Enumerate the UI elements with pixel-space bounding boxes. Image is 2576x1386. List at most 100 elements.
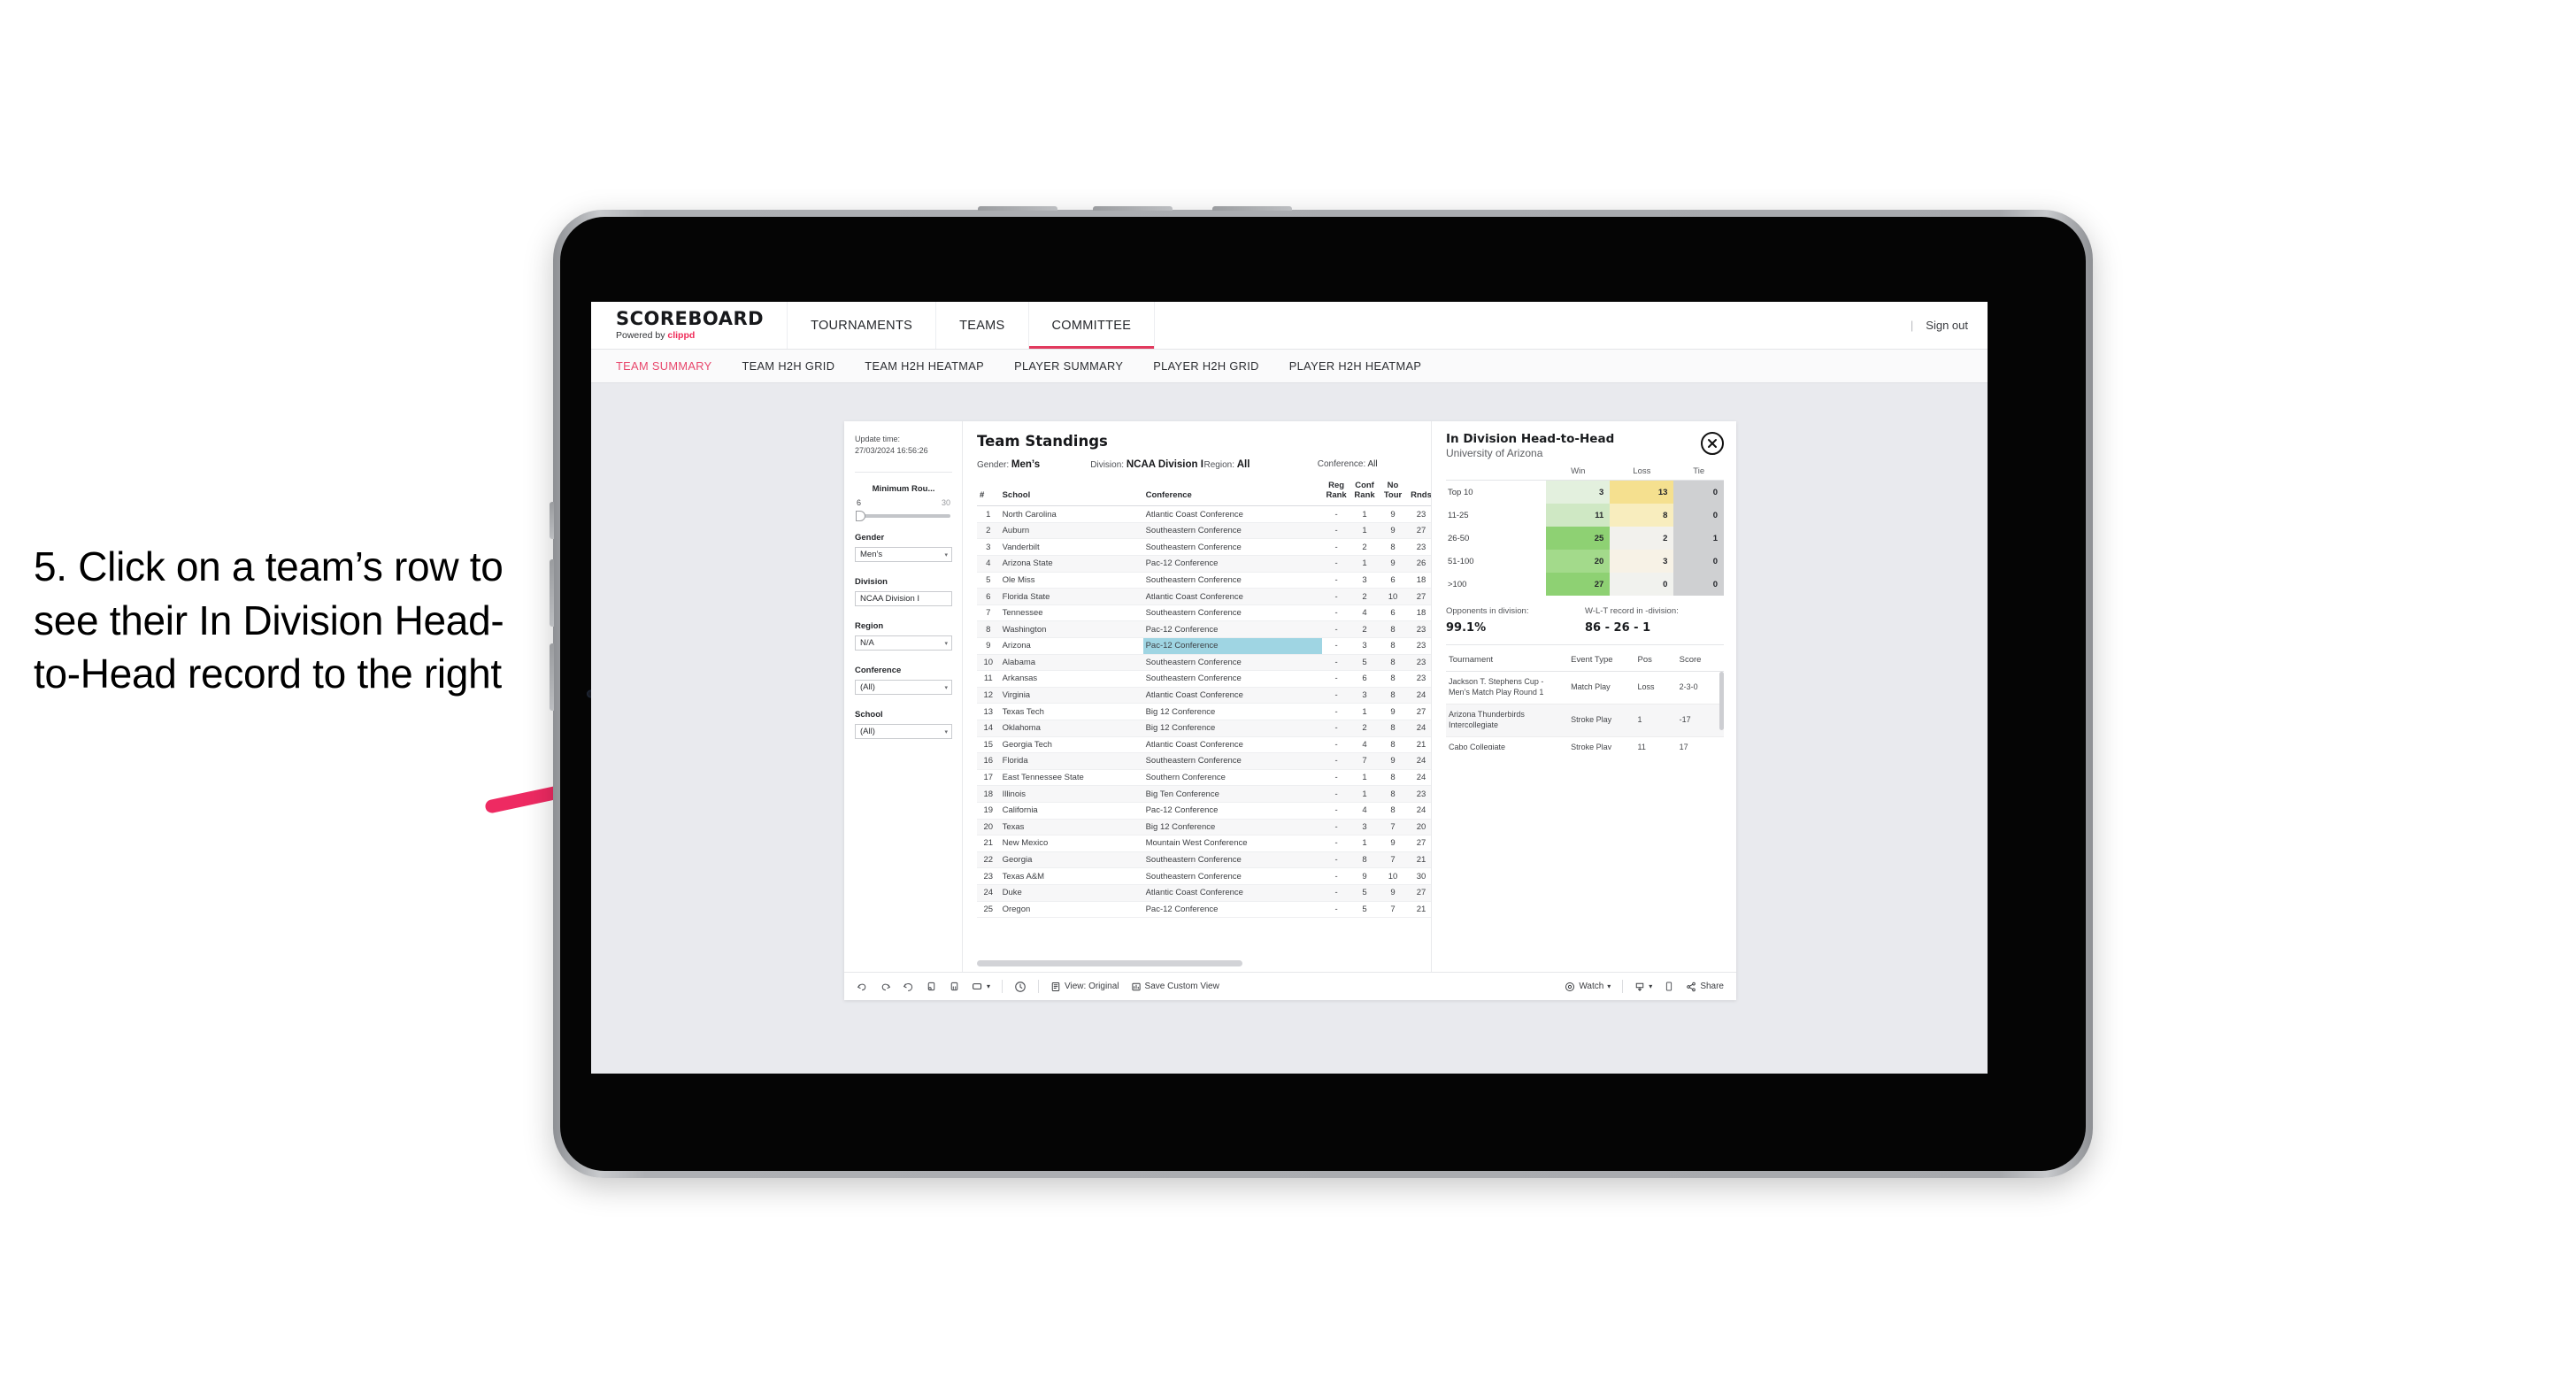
- table-row[interactable]: 20TexasBig 12 Conference-37200: [977, 819, 1431, 836]
- tab-team-h2h-grid[interactable]: TEAM H2H GRID: [742, 359, 834, 373]
- table-row[interactable]: 16FloridaSoutheastern Conference-79244: [977, 752, 1431, 770]
- cell-conference: Big Ten Conference: [1142, 785, 1323, 803]
- cell-conference: Big 12 Conference: [1142, 703, 1323, 720]
- tab-player-h2h-heatmap[interactable]: PLAYER H2H HEATMAP: [1289, 359, 1421, 373]
- col-header-no-tour[interactable]: No Tour: [1379, 479, 1407, 507]
- tab-player-summary[interactable]: PLAYER SUMMARY: [1014, 359, 1123, 373]
- view-original-button[interactable]: View: Original: [1050, 982, 1119, 992]
- cell-no-tour: 10: [1379, 588, 1407, 605]
- tournament-cell-event-type: Stroke Play: [1568, 736, 1635, 750]
- tournament-scrollbar[interactable]: [1719, 672, 1724, 730]
- tournament-row[interactable]: Cabo Collegiate Stroke Play 11 17: [1446, 736, 1724, 750]
- undo-icon[interactable]: [857, 981, 868, 992]
- watch-button[interactable]: Watch ▾: [1565, 982, 1611, 992]
- table-row[interactable]: 22GeorgiaSoutheastern Conference-87211: [977, 851, 1431, 869]
- share-button[interactable]: Share: [1686, 982, 1724, 992]
- table-row[interactable]: 2AuburnSoutheastern Conference-19276: [977, 522, 1431, 540]
- school-select[interactable]: (All) ▾: [855, 724, 952, 740]
- region-select[interactable]: N/A ▾: [855, 635, 952, 651]
- cell-rank: 17: [977, 769, 1000, 787]
- cell-rank: 12: [977, 687, 1000, 705]
- table-row[interactable]: 23 Texas A&M Southeastern Conference -9 10 30…: [977, 867, 1431, 885]
- table-row[interactable]: 8WashingtonPac-12 Conference-28231: [977, 620, 1431, 638]
- pause-refresh-icon[interactable]: [949, 981, 960, 992]
- table-row[interactable]: 25OregonPac-12 Conference-57210: [977, 901, 1431, 919]
- slider-max-value: 30: [941, 498, 950, 508]
- minimum-rounds-slider[interactable]: [856, 511, 950, 522]
- tournament-row[interactable]: Arizona Thunderbirds Intercollegiate Stro…: [1446, 704, 1724, 737]
- division-select[interactable]: NCAA Division I: [855, 591, 952, 607]
- table-row[interactable]: 12 Virginia Atlantic Coast Conference -3 8 24…: [977, 687, 1431, 705]
- slider-handle[interactable]: [856, 511, 865, 522]
- table-row[interactable]: 3VanderbiltSoutheastern Conference-28235: [977, 538, 1431, 557]
- head-to-head-panel: In Division Head-to-Head University of A…: [1431, 421, 1736, 972]
- standings-table: # School Conference Reg Rank Conf Rank N…: [977, 479, 1431, 919]
- nav-item-committee[interactable]: COMMITTEE: [1028, 302, 1156, 349]
- history-icon[interactable]: [1014, 981, 1027, 993]
- table-row[interactable]: 17 East Tennessee State Southern Conferenc…: [977, 769, 1431, 787]
- col-header-rnds[interactable]: Rnds: [1407, 479, 1431, 507]
- dashboard-size-control[interactable]: ▾: [972, 982, 990, 991]
- table-row[interactable]: 5Ole MissSoutheastern Conference-36181: [977, 572, 1431, 589]
- sign-out-link[interactable]: Sign out: [1926, 319, 1968, 332]
- tab-team-h2h-heatmap[interactable]: TEAM H2H HEATMAP: [865, 359, 984, 373]
- col-header-score: Score: [1676, 647, 1724, 672]
- table-row[interactable]: 13Texas TechBig 12 Conference-19272: [977, 703, 1431, 720]
- cell-reg-rank: -: [1322, 654, 1351, 672]
- col-header-reg-rank[interactable]: Reg Rank: [1322, 479, 1351, 507]
- col-header-conference[interactable]: Conference: [1142, 479, 1323, 507]
- save-custom-view-button[interactable]: Save Custom View: [1131, 982, 1219, 992]
- col-header-rank[interactable]: #: [977, 479, 1000, 507]
- table-row[interactable]: 1 North Carolina Atlantic Coast Conference…: [977, 505, 1431, 523]
- summary-division-label: Division:: [1090, 460, 1125, 470]
- h2h-cell-loss: 3: [1610, 550, 1674, 573]
- h2h-title-block: In Division Head-to-Head University of A…: [1446, 432, 1614, 459]
- brand-logo[interactable]: SCOREBOARD Powered by clippd: [591, 302, 788, 349]
- close-circle-icon[interactable]: [1701, 432, 1724, 455]
- tab-player-h2h-grid[interactable]: PLAYER H2H GRID: [1153, 359, 1259, 373]
- horizontal-scrollbar[interactable]: [977, 960, 1242, 966]
- nav-item-teams[interactable]: TEAMS: [936, 302, 1029, 349]
- chevron-down-icon: ▾: [944, 551, 948, 558]
- download-button[interactable]: ▾: [1634, 982, 1652, 992]
- cell-school: Georgia: [999, 851, 1143, 869]
- table-row[interactable]: 19CaliforniaPac-12 Conference-48242: [977, 802, 1431, 820]
- table-row[interactable]: 4Arizona StatePac-12 Conference-19261: [977, 555, 1431, 573]
- conference-select[interactable]: (All) ▾: [855, 680, 952, 696]
- table-row[interactable]: 6 Florida State Atlantic Coast Conference -…: [977, 588, 1431, 605]
- table-row[interactable]: 7TennesseeSoutheastern Conference-46182: [977, 604, 1431, 622]
- nav-item-tournaments[interactable]: TOURNAMENTS: [788, 302, 937, 349]
- cell-reg-rank: -: [1322, 572, 1351, 589]
- tournament-row[interactable]: Jackson T. Stephens Cup - Men’s Match Pl…: [1446, 671, 1724, 705]
- table-row[interactable]: 21 New Mexico Mountain West Conference -1 9 2…: [977, 835, 1431, 852]
- device-layout-icon[interactable]: [1664, 981, 1674, 992]
- table-row[interactable]: 15 Georgia Tech Atlantic Coast Conference -…: [977, 736, 1431, 754]
- cell-conference: Southeastern Conference: [1142, 867, 1323, 885]
- h2h-col-loss: Loss: [1610, 466, 1674, 481]
- table-row[interactable]: 10AlabamaSoutheastern Conference-58233: [977, 654, 1431, 672]
- table-row[interactable]: 18IllinoisBig Ten Conference-18233: [977, 785, 1431, 803]
- table-row[interactable]: 9ArizonaPac-12 Conference-38232: [977, 637, 1431, 655]
- table-row[interactable]: 11ArkansasSoutheastern Conference-68232: [977, 670, 1431, 688]
- cell-rnds: 18: [1407, 572, 1431, 589]
- refresh-data-icon[interactable]: [926, 981, 937, 992]
- tab-team-summary[interactable]: TEAM SUMMARY: [616, 359, 711, 373]
- tournament-cell-name: Arizona Thunderbirds Intercollegiate: [1446, 704, 1569, 737]
- cell-conference: Southern Conference: [1142, 769, 1323, 787]
- table-row[interactable]: 24DukeAtlantic Coast Conference-59271: [977, 884, 1431, 902]
- col-header-conf-rank[interactable]: Conf Rank: [1350, 479, 1380, 507]
- powered-by-text: Powered by: [616, 330, 668, 342]
- standings-table-head: # School Conference Reg Rank Conf Rank N…: [977, 479, 1431, 507]
- cell-rank: 8: [977, 620, 1000, 638]
- gender-label: Gender: [855, 533, 885, 543]
- standings-header: Team Standings Gender: Men’s Division: N…: [963, 421, 1431, 479]
- cell-conf-rank: 9: [1350, 867, 1380, 885]
- cell-rnds: 27: [1407, 884, 1431, 902]
- revert-icon[interactable]: [903, 981, 914, 992]
- chevron-down-icon: ▾: [944, 728, 948, 735]
- redo-icon[interactable]: [880, 981, 891, 992]
- table-row[interactable]: 14OklahomaBig 12 Conference-28242: [977, 720, 1431, 737]
- col-header-school[interactable]: School: [999, 479, 1143, 507]
- cell-conference: Pac-12 Conference: [1142, 637, 1323, 655]
- gender-select[interactable]: Men’s ▾: [855, 547, 952, 563]
